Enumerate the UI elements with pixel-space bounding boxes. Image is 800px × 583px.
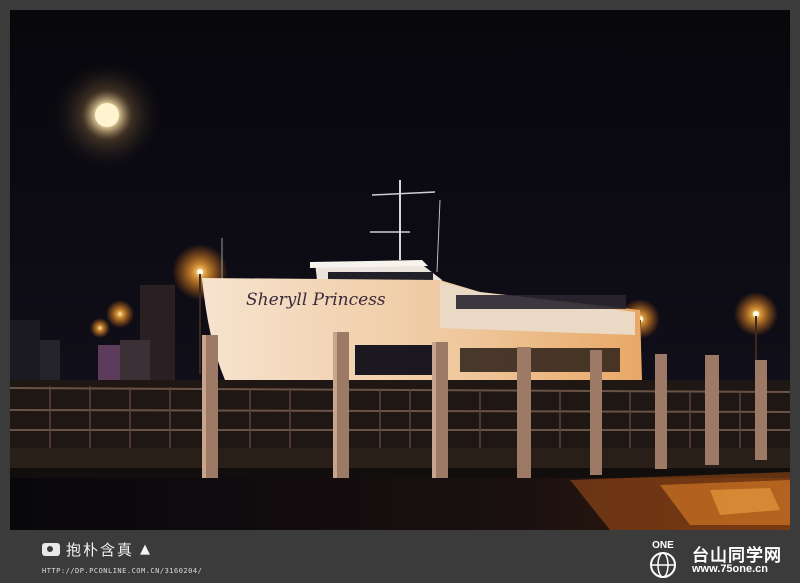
moon xyxy=(95,103,119,127)
harbor-scene: Sheryll Princess xyxy=(10,10,790,530)
credit-text: 抱朴含真 xyxy=(66,541,135,559)
camera-icon xyxy=(42,543,60,556)
logo-url: www.75one.cn xyxy=(692,563,769,575)
site-logo: ONE 台山同学网 www.75one.cn xyxy=(640,539,790,579)
boat-name: Sheryll Princess xyxy=(246,290,386,310)
watermark-footer: 抱朴含真 ▲ HTTP://DP.PCONLINE.COM.CN/3160204… xyxy=(0,533,800,583)
photo-frame: Sheryll Princess 抱朴含真 ▲ HTTP://DP.PCONLI… xyxy=(0,0,800,583)
credit-url: HTTP://DP.PCONLINE.COM.CN/3160204/ xyxy=(42,567,203,575)
logo-mark-text: ONE xyxy=(652,540,674,551)
night-harbor-photo: Sheryll Princess xyxy=(10,10,790,530)
mountain-icon: ▲ xyxy=(140,542,153,557)
globe-icon: ONE xyxy=(650,540,676,578)
photographer-credit: 抱朴含真 ▲ xyxy=(42,539,152,560)
